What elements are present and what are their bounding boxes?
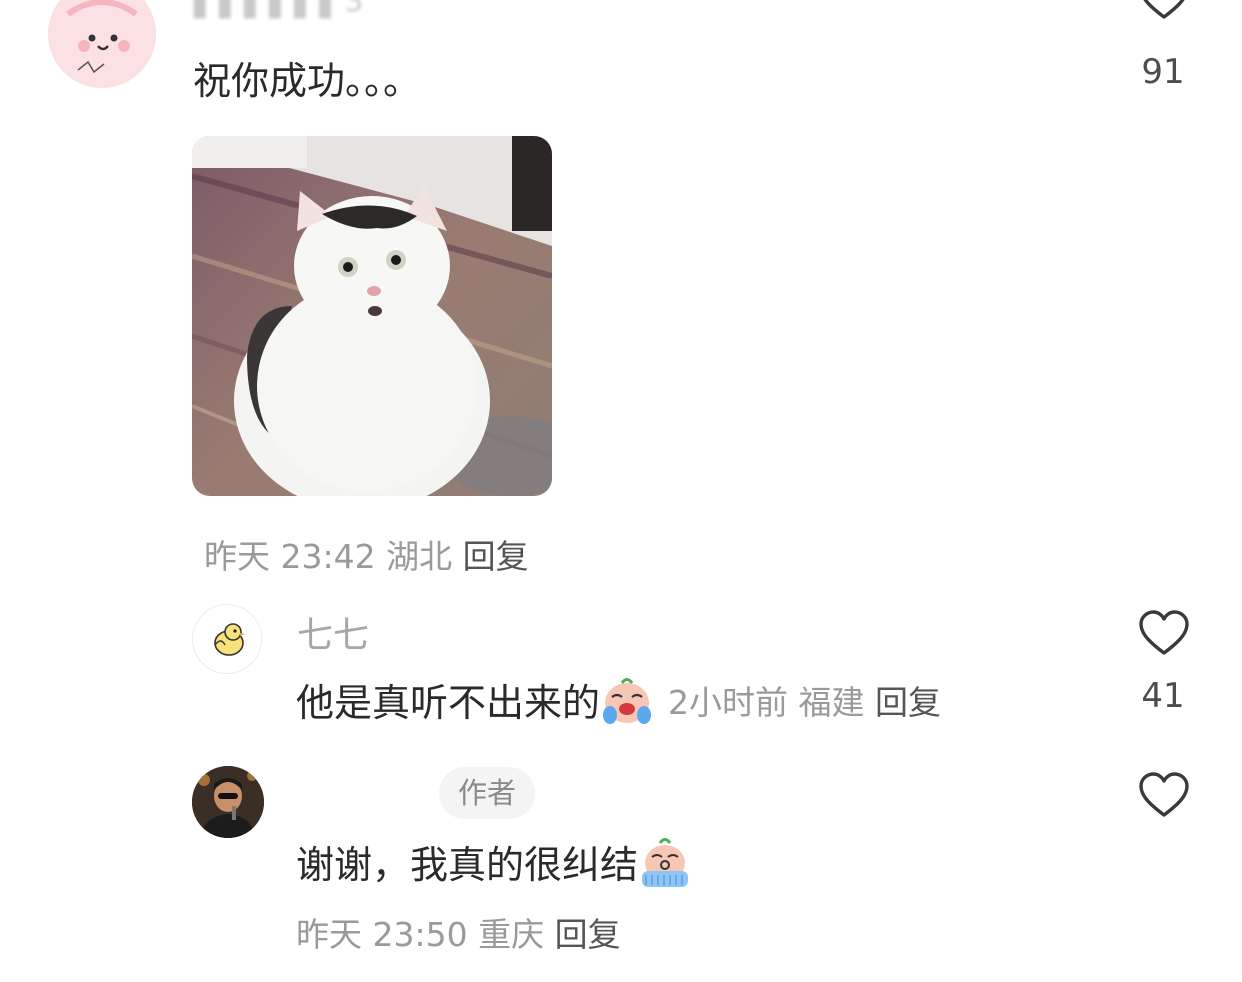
- author-badge: 作者: [439, 767, 535, 819]
- like-count: 91: [1141, 52, 1185, 92]
- cat-photo-image[interactable]: [192, 136, 552, 496]
- reply-button[interactable]: 回复: [555, 915, 621, 954]
- reply-content: 谢谢，我真的很纠结: [296, 834, 692, 889]
- comment-username[interactable]: ▌▌▌▌▌▌3: [194, 0, 366, 19]
- heart-outline-icon: [1139, 772, 1189, 817]
- comment-text: 祝你成功。。。: [193, 59, 422, 103]
- reply-text: 谢谢，我真的很纠结: [296, 843, 639, 887]
- reply-button[interactable]: 回复: [463, 537, 529, 576]
- reply-button[interactable]: 回复: [875, 683, 941, 722]
- pink-blob-avatar-icon: [48, 0, 156, 88]
- crying-face-emoji-icon: [600, 673, 654, 727]
- heart-outline-icon: [1139, 610, 1189, 655]
- comment-time: 昨天 23:42: [204, 537, 376, 576]
- author-avatar-icon: [192, 766, 264, 838]
- like-button[interactable]: [1138, 770, 1190, 822]
- avatar[interactable]: [192, 766, 264, 838]
- like-count: 41: [1141, 676, 1185, 716]
- reply-meta: 昨天 23:50 重庆 回复: [296, 908, 621, 956]
- like-button[interactable]: [1138, 608, 1190, 660]
- reply-location: 重庆: [478, 915, 545, 954]
- reply-location: 福建: [798, 682, 865, 722]
- heart-outline-icon: [1143, 0, 1185, 19]
- chick-avatar-icon: [214, 623, 245, 656]
- comment-meta: 昨天 23:42 湖北 回复: [204, 530, 529, 578]
- avatar[interactable]: [48, 0, 156, 88]
- comment-location: 湖北: [386, 537, 453, 576]
- reply-time: 昨天 23:50: [296, 915, 468, 954]
- reply-meta: 2小时前 福建 回复: [668, 676, 941, 724]
- reply-text: 他是真听不出来的: [296, 681, 601, 725]
- cat-photo-illustration: [192, 136, 552, 496]
- reply-time: 2小时前: [668, 682, 789, 722]
- reply-username[interactable]: 七七: [297, 606, 369, 658]
- like-button[interactable]: [1138, 0, 1190, 24]
- sobbing-face-emoji-icon: [638, 835, 692, 889]
- reply-content: 他是真听不出来的 2小时前 福建 回复: [296, 672, 941, 727]
- avatar[interactable]: [192, 604, 262, 674]
